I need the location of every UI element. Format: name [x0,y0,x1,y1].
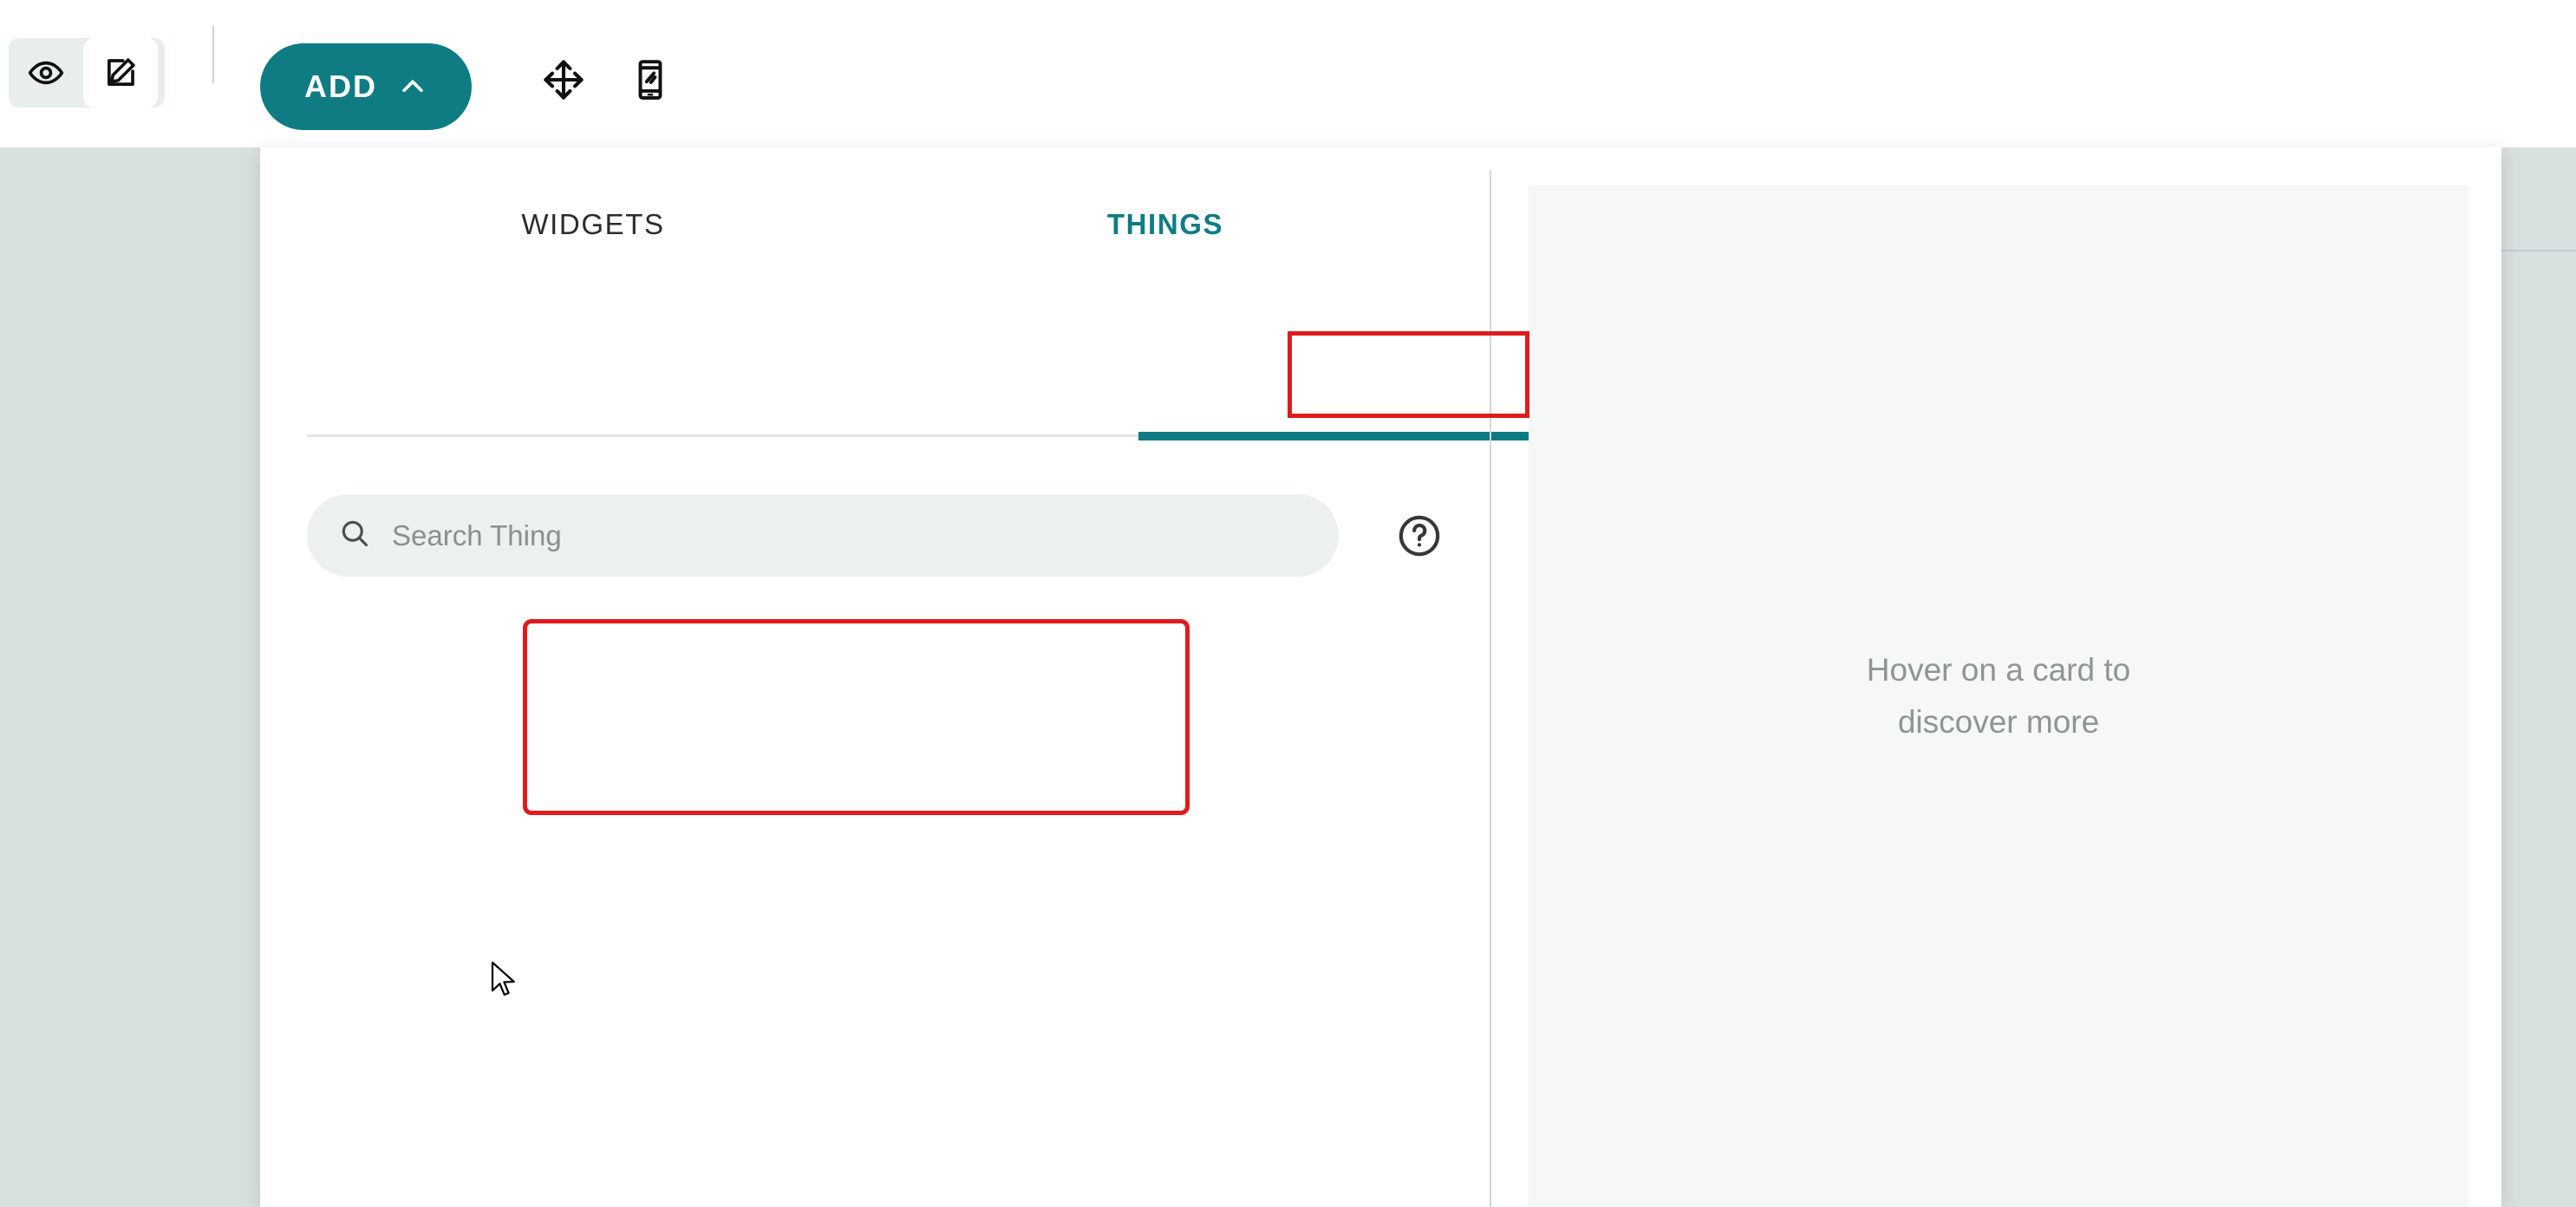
tab-things[interactable]: THINGS [879,170,1451,278]
move-arrows-icon[interactable] [538,54,590,106]
toolbar-divider [212,26,214,83]
add-button-label: ADD [304,69,377,104]
preview-empty-message: Hover on a card to discover more [1867,644,2130,748]
chevron-up-icon [398,72,427,101]
top-toolbar: ADD [0,0,2576,147]
mode-toggle-group [9,38,165,108]
mobile-preview-icon[interactable] [624,54,676,106]
search-icon [338,517,371,554]
things-card-list: Untitled [570,636,1130,757]
search-box[interactable] [307,494,1339,577]
add-dropdown-panel: WIDGETS THINGS Search Thing Untitled Hov… [260,147,2501,1207]
app-root: ADD WIDGETS THINGS Search Thing Untitled… [0,0,2576,1207]
preview-mode-button[interactable] [9,38,83,108]
help-circle-icon[interactable] [1396,512,1443,559]
tab-widgets-label: WIDGETS [521,207,665,240]
tab-widgets[interactable]: WIDGETS [307,170,879,278]
tab-things-label: THINGS [1106,207,1224,240]
thing-card[interactable]: Untitled [570,636,1130,757]
panel-tabs: WIDGETS THINGS [307,170,1451,278]
thing-card-label: Untitled [608,680,705,712]
add-button[interactable]: ADD [260,43,472,130]
panel-column-divider [1490,170,1491,1207]
panel-left-column: WIDGETS THINGS Search Thing Untitled [260,147,1711,1207]
preview-empty-line2: discover more [1897,704,2100,740]
canvas-background-left [0,147,260,1207]
canvas-background-right [2501,147,2576,1207]
edit-mode-button[interactable] [83,38,158,108]
preview-empty-line1: Hover on a card to [1866,652,2131,688]
eye-icon [28,55,64,91]
canvas-divider-line [2501,250,2576,251]
thing-preview-pane: Hover on a card to discover more [1529,186,2468,1207]
search-input[interactable] [392,519,1308,552]
edit-pencil-icon [102,55,139,91]
search-row [307,494,1451,581]
